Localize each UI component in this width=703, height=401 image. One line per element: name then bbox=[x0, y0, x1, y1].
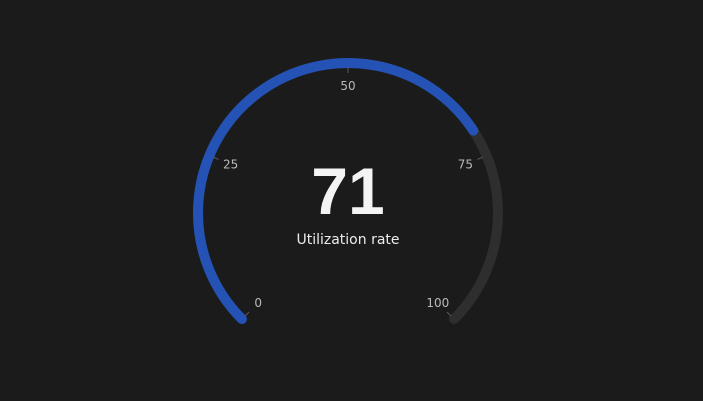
gauge-svg: 0 25 50 75 100 71 Utilization rate bbox=[193, 58, 503, 325]
gauge-value: 71 bbox=[311, 154, 384, 228]
gauge-caption: Utilization rate bbox=[296, 232, 399, 248]
gauge-tick-label-50: 50 bbox=[340, 79, 355, 93]
gauge-tick-label-100: 100 bbox=[426, 296, 449, 310]
gauge-tick-mark-75 bbox=[477, 156, 484, 160]
gauge-tick-mark-25 bbox=[212, 156, 219, 160]
gauge-tick-mark-100 bbox=[446, 311, 452, 317]
gauge-tick-label-25: 25 bbox=[223, 157, 238, 171]
gauge-chart: 0 25 50 75 100 71 Utilization rate bbox=[0, 0, 703, 401]
gauge-tick-label-0: 0 bbox=[254, 296, 262, 310]
gauge-tick-label-75: 75 bbox=[458, 157, 473, 171]
gauge-tick-mark-0 bbox=[244, 311, 250, 317]
